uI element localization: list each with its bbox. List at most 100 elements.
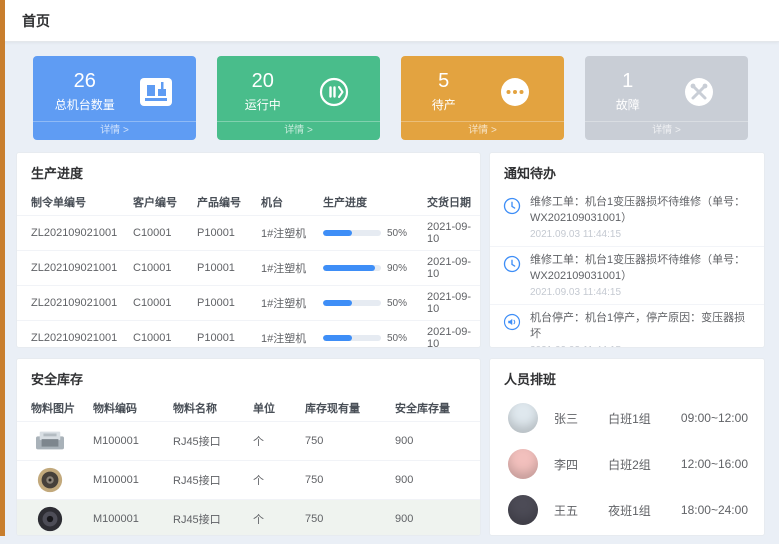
progress-bar bbox=[323, 300, 381, 306]
cell-customer: C10001 bbox=[129, 321, 193, 349]
total-machines-label: 总机台数量 bbox=[55, 96, 115, 113]
waiting-label: 待产 bbox=[432, 96, 456, 113]
cell-order: ZL202109021001 bbox=[17, 251, 129, 286]
progress-label: 50% bbox=[387, 333, 407, 344]
schedule-row: 李四 白班2组 12:00~16:00 bbox=[490, 441, 764, 487]
progress-bar bbox=[323, 230, 381, 236]
stat-card-total-machines[interactable]: 26 总机台数量 详情 > bbox=[33, 56, 196, 140]
cell-customer: C10001 bbox=[129, 216, 193, 251]
cell-product: P10001 bbox=[193, 251, 257, 286]
table-row: M100001 RJ45接口 个 750 900 bbox=[17, 422, 480, 461]
avatar bbox=[508, 495, 538, 525]
cell-code: M100001 bbox=[89, 422, 169, 461]
cell-progress: 90% bbox=[319, 251, 423, 286]
detail-link-running[interactable]: 详情 > bbox=[217, 121, 380, 140]
cell-product: P10001 bbox=[193, 286, 257, 321]
cell-stock: 750 bbox=[301, 422, 391, 461]
cell-machine: 1#注塑机 bbox=[257, 216, 319, 251]
table-header-row: 物料图片 物料编码 物料名称 单位 库存现有量 安全库存量 bbox=[17, 395, 480, 422]
stat-card-waiting[interactable]: 5 待产 详情 > bbox=[401, 56, 564, 140]
production-table: 制令单编号 客户编号 产品编号 机台 生产进度 交货日期 ZL202109021… bbox=[17, 189, 480, 348]
clock-icon bbox=[502, 196, 522, 216]
speaker-icon bbox=[502, 312, 522, 332]
cell-machine: 1#注塑机 bbox=[257, 321, 319, 349]
column-header-order: 制令单编号 bbox=[17, 189, 129, 216]
progress-label: 50% bbox=[387, 228, 407, 239]
column-header-safety: 安全库存量 bbox=[391, 395, 480, 422]
machine-icon bbox=[138, 74, 174, 110]
running-label: 运行中 bbox=[245, 96, 281, 113]
stat-cards-row: 26 总机台数量 详情 > 20 运行中 详情 > bbox=[16, 54, 765, 140]
table-row: ZL202109021001 C10001 P10001 1#注塑机 50% 2… bbox=[17, 286, 480, 321]
clock-icon bbox=[502, 254, 522, 274]
table-row: M100001 RJ45接口 个 750 900 bbox=[17, 461, 480, 500]
cell-unit: 个 bbox=[249, 500, 301, 537]
column-header-machine: 机台 bbox=[257, 189, 319, 216]
shift-time: 12:00~16:00 bbox=[681, 457, 748, 471]
cell-unit: 个 bbox=[249, 461, 301, 500]
stat-card-running[interactable]: 20 运行中 详情 > bbox=[217, 56, 380, 140]
cell-product: P10001 bbox=[193, 216, 257, 251]
stat-card-fault[interactable]: 1 故障 详情 > bbox=[585, 56, 748, 140]
notification-item[interactable]: 维修工单：机台1变压器损坏待维修（单号：WX202109031001） 2021… bbox=[490, 247, 764, 305]
cell-safety: 900 bbox=[391, 500, 480, 537]
cell-stock: 750 bbox=[301, 461, 391, 500]
table-row: M100001 RJ45接口 个 750 900 bbox=[17, 500, 480, 537]
progress-label: 50% bbox=[387, 298, 407, 309]
notification-text: 维修工单：机台1变压器损坏待维修（单号：WX202109031001） bbox=[530, 253, 752, 285]
column-header-name: 物料名称 bbox=[169, 395, 249, 422]
notification-item[interactable]: 维修工单：机台1变压器损坏待维修（单号：WX202109031001） 2021… bbox=[490, 189, 764, 247]
speaker-image bbox=[31, 505, 69, 533]
production-progress-title: 生产进度 bbox=[17, 153, 480, 189]
waiting-value: 5 bbox=[432, 70, 456, 92]
fault-label: 故障 bbox=[616, 96, 640, 113]
cell-order: ZL202109021001 bbox=[17, 321, 129, 349]
avatar bbox=[508, 403, 538, 433]
table-header-row: 制令单编号 客户编号 产品编号 机台 生产进度 交货日期 bbox=[17, 189, 480, 216]
schedule-row: 王五 夜班1组 18:00~24:00 bbox=[490, 487, 764, 533]
dashboard-content: 26 总机台数量 详情 > 20 运行中 详情 > bbox=[0, 42, 779, 544]
notification-body: 机台停产：机台1停产，停产原因：变压器损坏 2021.09.03 11:44:1… bbox=[530, 311, 752, 348]
shift-label: 白班1组 bbox=[608, 410, 681, 427]
detail-link-fault[interactable]: 详情 > bbox=[585, 121, 748, 140]
cell-customer: C10001 bbox=[129, 286, 193, 321]
cell-date: 2021-09-10 bbox=[423, 321, 480, 349]
table-row: ZL202109021001 C10001 P10001 1#注塑机 50% 2… bbox=[17, 216, 480, 251]
notification-time: 2021.09.03 11:44:15 bbox=[530, 287, 752, 298]
cell-progress: 50% bbox=[319, 216, 423, 251]
card-text: 20 运行中 bbox=[245, 70, 281, 113]
cell-name: RJ45接口 bbox=[169, 422, 249, 461]
column-header-stock: 库存现有量 bbox=[301, 395, 391, 422]
panel-grid: 生产进度 制令单编号 客户编号 产品编号 机台 生产进度 交货日期 ZL2021 bbox=[16, 152, 765, 536]
shift-time: 09:00~12:00 bbox=[681, 411, 748, 425]
shift-label: 夜班1组 bbox=[608, 502, 681, 519]
rj45-connector-image bbox=[31, 427, 69, 455]
cell-code: M100001 bbox=[89, 461, 169, 500]
notifications-panel: 通知待办 维修工单：机台1变压器损坏待维修（单号：WX202109031001）… bbox=[489, 152, 765, 348]
total-machines-value: 26 bbox=[55, 70, 115, 92]
detail-link-waiting[interactable]: 详情 > bbox=[401, 121, 564, 140]
notification-item[interactable]: 机台停产：机台1停产，停产原因：变压器损坏 2021.09.03 11:44:1… bbox=[490, 305, 764, 348]
fault-value: 1 bbox=[616, 70, 640, 92]
column-header-date: 交货日期 bbox=[423, 189, 480, 216]
card-main: 1 故障 bbox=[585, 56, 748, 121]
schedule-title: 人员排班 bbox=[490, 359, 764, 395]
shift-time: 18:00~24:00 bbox=[681, 503, 748, 517]
column-header-unit: 单位 bbox=[249, 395, 301, 422]
cell-safety: 900 bbox=[391, 461, 480, 500]
inventory-panel: 安全库存 物料图片 物料编码 物料名称 单位 库存现有量 安全库存量 bbox=[16, 358, 481, 536]
person-name: 王五 bbox=[554, 502, 608, 519]
notification-text: 机台停产：机台1停产，停产原因：变压器损坏 bbox=[530, 311, 752, 343]
cell-stock: 750 bbox=[301, 500, 391, 537]
inventory-title: 安全库存 bbox=[17, 359, 480, 395]
cell-name: RJ45接口 bbox=[169, 461, 249, 500]
detail-link-total-machines[interactable]: 详情 > bbox=[33, 121, 196, 140]
column-header-image: 物料图片 bbox=[17, 395, 89, 422]
page-title: 首页 bbox=[22, 11, 50, 31]
running-value: 20 bbox=[245, 70, 281, 92]
production-progress-panel: 生产进度 制令单编号 客户编号 产品编号 机台 生产进度 交货日期 ZL2021 bbox=[16, 152, 481, 348]
card-main: 26 总机台数量 bbox=[33, 56, 196, 121]
notification-time: 2021.09.03 11:44:15 bbox=[530, 345, 752, 348]
notification-time: 2021.09.03 11:44:15 bbox=[530, 229, 752, 240]
cell-machine: 1#注塑机 bbox=[257, 286, 319, 321]
